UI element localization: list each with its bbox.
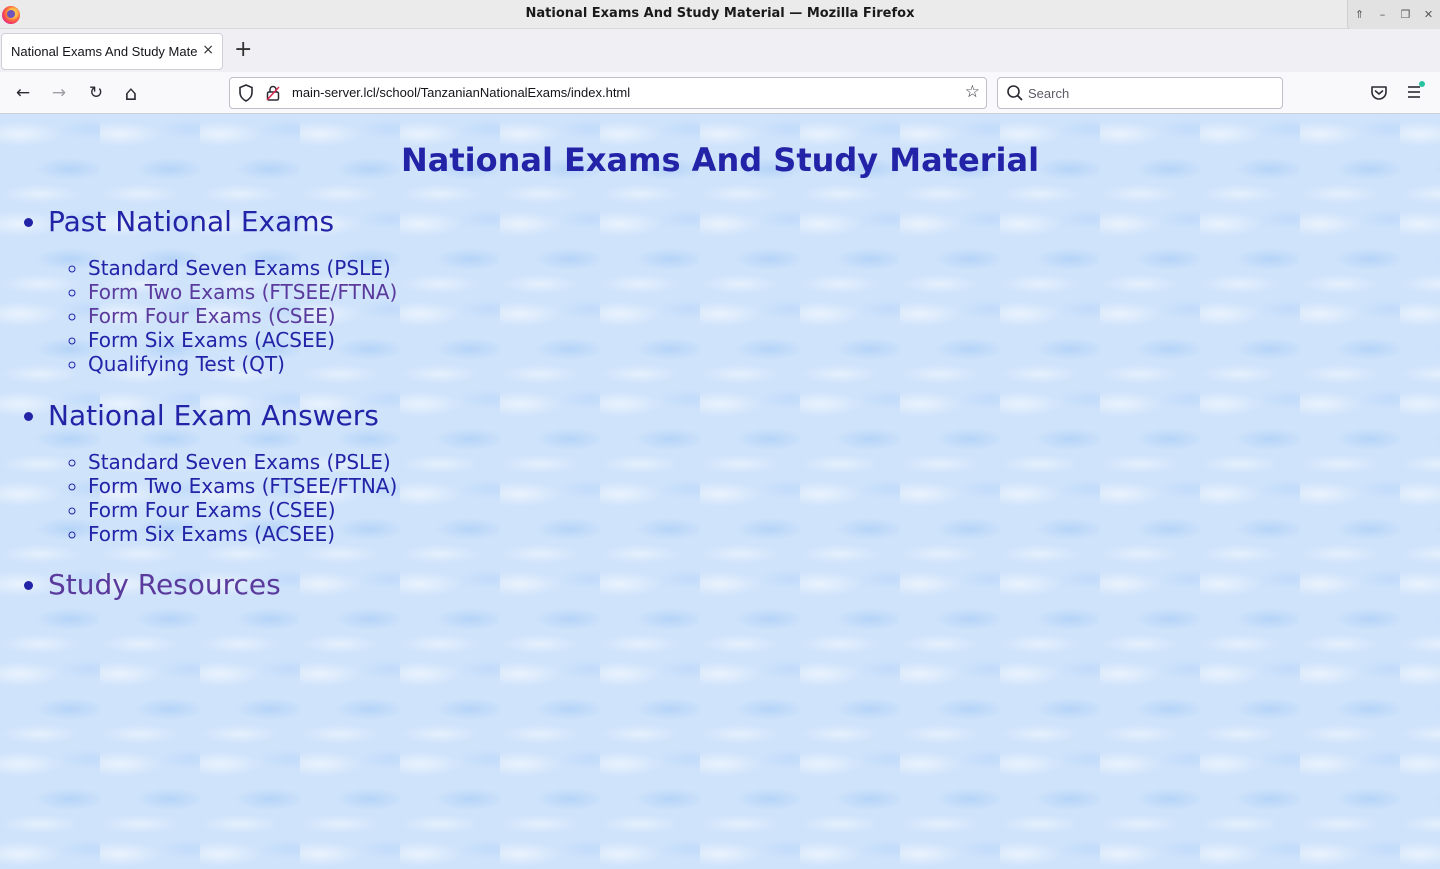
search-bar[interactable]: [997, 77, 1283, 109]
list-item: Form Two Exams (FTSEE/FTNA): [88, 474, 397, 498]
reload-button[interactable]: ↻: [84, 81, 108, 105]
list-item: Form Six Exams (ACSEE): [88, 522, 397, 546]
search-icon: [1007, 85, 1023, 101]
tab-active[interactable]: National Exams And Study Material ×: [1, 33, 223, 70]
window-shade-icon[interactable]: ⇑: [1351, 8, 1369, 21]
list-item: Qualifying Test (QT): [88, 352, 397, 376]
tab-label: National Exams And Study Material: [11, 44, 197, 59]
search-input[interactable]: [1028, 83, 1268, 103]
section-list: Past National Exams Standard Seven Exams…: [0, 202, 397, 605]
window-controls: ⇑ – ❐ ✕: [1347, 0, 1440, 30]
link-past-csee[interactable]: Form Four Exams (CSEE): [88, 304, 336, 328]
link-answers-psle[interactable]: Standard Seven Exams (PSLE): [88, 450, 391, 474]
list-item: Standard Seven Exams (PSLE): [88, 450, 397, 474]
section-link-national-exam-answers[interactable]: National Exam Answers: [48, 399, 379, 432]
exam-answers-list: Standard Seven Exams (PSLE) Form Two Exa…: [48, 450, 397, 546]
window-close-icon[interactable]: ✕: [1420, 8, 1438, 21]
link-past-ftsee[interactable]: Form Two Exams (FTSEE/FTNA): [88, 280, 397, 304]
link-past-acsee[interactable]: Form Six Exams (ACSEE): [88, 328, 335, 352]
list-item: Form Six Exams (ACSEE): [88, 328, 397, 352]
section-link-study-resources[interactable]: Study Resources: [48, 568, 281, 601]
link-answers-ftsee[interactable]: Form Two Exams (FTSEE/FTNA): [88, 474, 397, 498]
tracking-protection-shield-icon[interactable]: [238, 84, 254, 102]
tab-strip: National Exams And Study Material × +: [0, 29, 1440, 72]
window-minimize-icon[interactable]: –: [1374, 8, 1392, 21]
window-titlebar: National Exams And Study Material — Mozi…: [0, 0, 1440, 30]
url-text[interactable]: main-server.lcl/school/TanzanianNational…: [292, 85, 630, 100]
url-bar[interactable]: main-server.lcl/school/TanzanianNational…: [229, 77, 987, 109]
section-link-past-national-exams[interactable]: Past National Exams: [48, 205, 334, 238]
bookmark-star-icon[interactable]: ☆: [965, 82, 980, 102]
window-maximize-icon[interactable]: ❐: [1397, 8, 1415, 21]
back-button[interactable]: ←: [11, 81, 35, 105]
window-title: National Exams And Study Material — Mozi…: [525, 6, 915, 21]
section-past-exams: Past National Exams Standard Seven Exams…: [48, 202, 397, 376]
navigation-toolbar: ← → ↻ ⌂ main-server.lcl/school/Tanzanian…: [0, 72, 1440, 114]
list-item: Standard Seven Exams (PSLE): [88, 256, 397, 280]
link-past-psle[interactable]: Standard Seven Exams (PSLE): [88, 256, 391, 280]
link-answers-csee[interactable]: Form Four Exams (CSEE): [88, 498, 336, 522]
list-item: Form Four Exams (CSEE): [88, 498, 397, 522]
update-badge-icon: [1419, 81, 1425, 87]
section-study-resources: Study Resources: [48, 565, 397, 605]
list-item: Form Four Exams (CSEE): [88, 304, 397, 328]
home-button[interactable]: ⌂: [119, 81, 143, 105]
link-past-qt[interactable]: Qualifying Test (QT): [88, 352, 285, 376]
page-title: National Exams And Study Material: [400, 141, 1040, 179]
app-menu-button[interactable]: [1406, 81, 1425, 104]
forward-button[interactable]: →: [47, 81, 71, 105]
pocket-icon[interactable]: [1370, 84, 1388, 102]
past-exams-list: Standard Seven Exams (PSLE) Form Two Exa…: [48, 256, 397, 376]
tab-close-icon[interactable]: ×: [202, 42, 214, 58]
section-exam-answers: National Exam Answers Standard Seven Exa…: [48, 396, 397, 546]
new-tab-button[interactable]: +: [234, 37, 252, 63]
page-content: National Exams And Study Material Past N…: [0, 114, 1440, 869]
insecure-lock-icon[interactable]: [266, 85, 280, 101]
link-answers-acsee[interactable]: Form Six Exams (ACSEE): [88, 522, 335, 546]
list-item: Form Two Exams (FTSEE/FTNA): [88, 280, 397, 304]
